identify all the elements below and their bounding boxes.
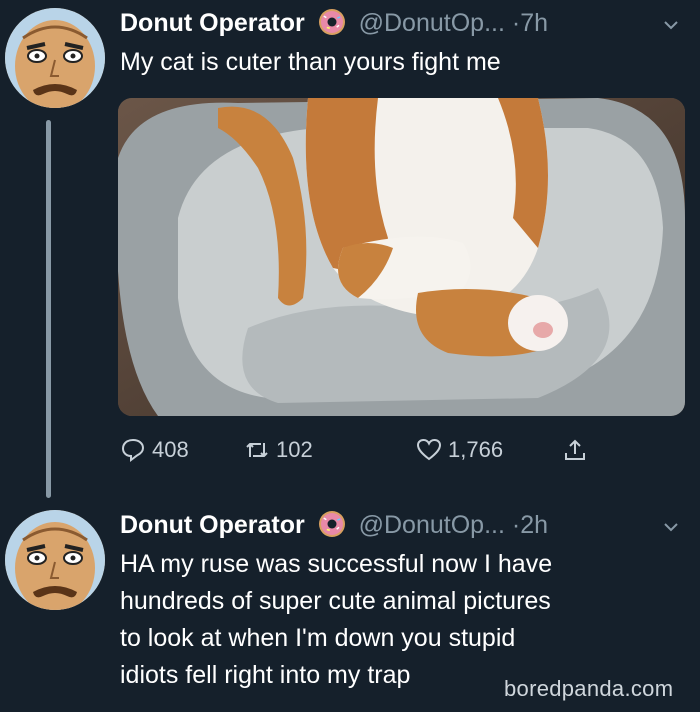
watermark: boredpanda.com (504, 676, 674, 701)
retweet-icon (246, 443, 268, 457)
share-button[interactable] (562, 432, 594, 468)
share-icon (565, 439, 585, 460)
like-button[interactable]: 1,766 (416, 432, 503, 468)
tweet-text-line: to look at when I'm down you stupid (120, 624, 516, 652)
thread-line (46, 120, 51, 498)
retweet-button[interactable]: 102 (244, 432, 313, 468)
tweet-header: Donut Operator @DonutOp... ·7h (120, 8, 548, 38)
tweet-text-line: hundreds of super cute animal pictures (120, 587, 551, 615)
like-count: 1,766 (448, 437, 504, 462)
avatar-face-icon (5, 510, 105, 610)
tweet-text-line: My cat is cuter than yours fight me (120, 48, 501, 76)
timestamp[interactable]: 7h (520, 9, 548, 37)
display-name[interactable]: Donut Operator (120, 9, 305, 37)
tweet-header: Donut Operator @DonutOp... ·2h (120, 510, 548, 540)
avatar[interactable] (5, 8, 105, 108)
like-icon (416, 438, 442, 461)
tweet-text: My cat is cuter than yours fight me (120, 44, 501, 81)
donut-emoji-icon (318, 510, 346, 538)
cat-photo (118, 98, 685, 416)
tweet-photo[interactable] (118, 98, 685, 416)
chevron-down-icon[interactable] (662, 518, 680, 536)
user-handle[interactable]: @DonutOp... (359, 511, 505, 539)
timestamp[interactable]: 2h (520, 511, 548, 539)
tweet-text-line: HA my ruse was successful now I have (120, 550, 553, 578)
tweet-text-line: idiots fell right into my trap (120, 661, 411, 689)
retweet-count: 102 (276, 437, 313, 462)
tweet-actions: 408 102 1,766 (120, 432, 600, 468)
reply-icon (121, 438, 145, 462)
display-name[interactable]: Donut Operator (120, 511, 305, 539)
avatar-face-icon (5, 8, 105, 108)
user-handle[interactable]: @DonutOp... (359, 9, 505, 37)
tweet-text: HA my ruse was successful now I have hun… (120, 546, 552, 694)
reply-count: 408 (152, 437, 189, 462)
separator-dot: · (511, 511, 521, 539)
donut-emoji-icon (318, 8, 346, 36)
chevron-down-icon[interactable] (662, 16, 680, 34)
avatar[interactable] (5, 510, 105, 610)
separator-dot: · (511, 9, 521, 37)
reply-button[interactable]: 408 (120, 432, 189, 468)
